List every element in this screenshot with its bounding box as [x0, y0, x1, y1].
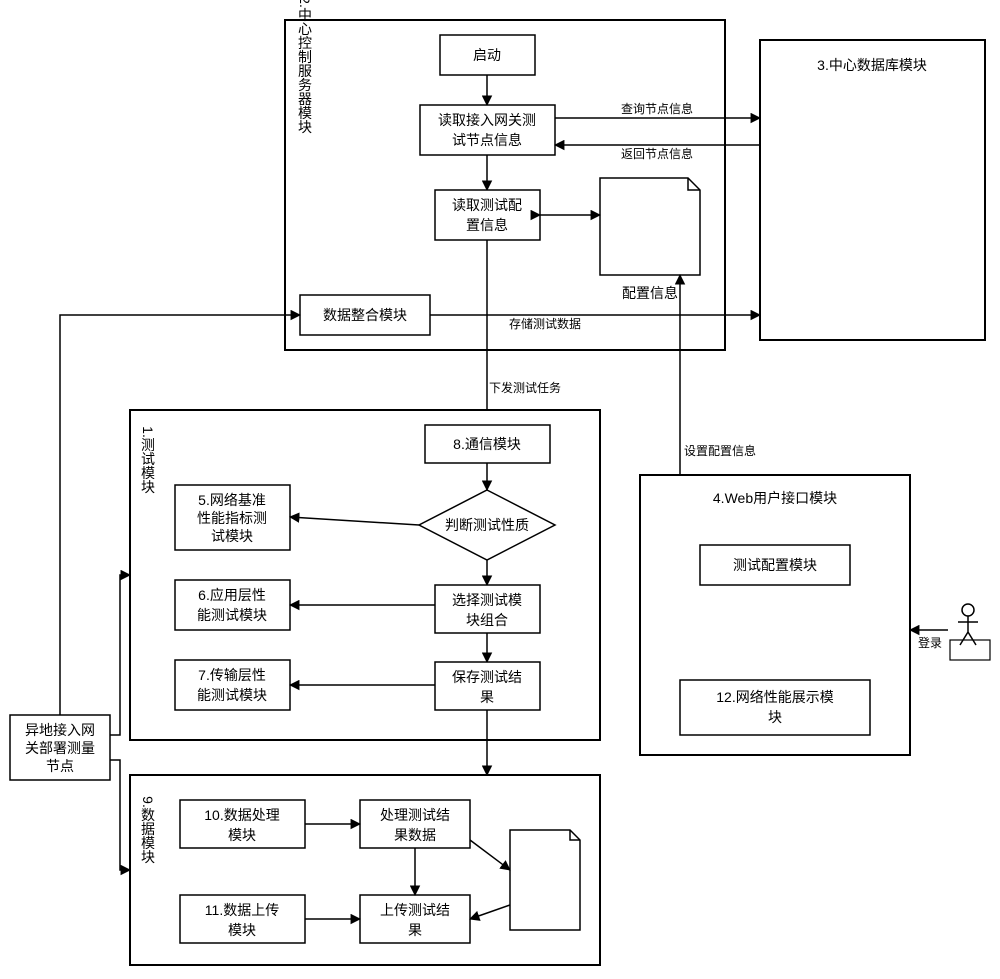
- label-data-upload-2: 模块: [228, 922, 256, 938]
- edge-store-data: 存储测试数据: [509, 316, 581, 331]
- label-remote-2: 关部署测量: [25, 740, 95, 756]
- user-icon: [950, 604, 990, 660]
- arrow-remote-to-test: [110, 575, 130, 735]
- label-read-gateway-1: 读取接入网关测: [438, 112, 536, 128]
- label-perf-display-2: 块: [768, 709, 782, 725]
- label-config-info: 配置信息: [622, 285, 678, 301]
- label-integrate: 数据整合模块: [323, 307, 407, 323]
- label-test-config: 测试配置模块: [733, 557, 817, 573]
- module-database-label: 3.中心数据库模块: [817, 57, 927, 73]
- label-upload-result-1: 上传测试结: [380, 902, 450, 918]
- label-select-combo-2: 块组合: [466, 612, 508, 628]
- module-web-ui-label: 4.Web用户接口模块: [713, 490, 837, 506]
- arrow-remote-to-data: [110, 760, 130, 870]
- label-read-config-2: 置信息: [466, 217, 508, 233]
- module-test-label: 1.测试模块: [140, 426, 156, 494]
- edge-set-config: 设置配置信息: [684, 443, 756, 458]
- edge-return-node: 返回节点信息: [621, 146, 693, 161]
- edge-query-node: 查询节点信息: [621, 101, 693, 116]
- label-perf-display-1: 12.网络性能展示模: [716, 689, 833, 705]
- doc-upload: [510, 830, 580, 930]
- label-applayer-1: 6.应用层性: [198, 587, 266, 603]
- label-read-config-1: 读取测试配: [452, 197, 522, 213]
- module-data-label: 9.数据模块: [140, 796, 156, 864]
- label-comm: 8.通信模块: [453, 436, 521, 452]
- label-applayer-2: 能测试模块: [197, 607, 267, 623]
- label-judge: 判断测试性质: [445, 517, 529, 533]
- edge-issue-task: 下发测试任务: [489, 380, 561, 395]
- label-remote-3: 节点: [46, 758, 74, 774]
- edge-login: 登录: [918, 635, 942, 650]
- label-select-combo-1: 选择测试模: [452, 592, 522, 608]
- label-proc-result-1: 处理测试结: [380, 807, 450, 823]
- label-translayer-2: 能测试模块: [197, 687, 267, 703]
- label-data-proc-2: 模块: [228, 827, 256, 843]
- label-remote-1: 异地接入网: [25, 722, 95, 738]
- doc-config-info: [600, 178, 700, 275]
- label-save-result-1: 保存测试结: [452, 669, 522, 685]
- label-data-proc-1: 10.数据处理: [204, 807, 279, 823]
- module-control-server-label: 2.中心控制服务器模块: [297, 0, 313, 134]
- label-read-gateway-2: 试节点信息: [452, 132, 522, 148]
- label-baseline-1: 5.网络基准: [198, 492, 266, 508]
- label-start: 启动: [473, 47, 501, 63]
- label-baseline-3: 试模块: [211, 528, 253, 544]
- label-translayer-1: 7.传输层性: [198, 667, 266, 683]
- module-database: [760, 40, 985, 340]
- label-data-upload-1: 11.数据上传: [205, 902, 279, 918]
- label-baseline-2: 性能指标测: [197, 510, 267, 526]
- label-upload-result-2: 果: [408, 922, 422, 938]
- label-proc-result-2: 果数据: [394, 827, 436, 843]
- label-save-result-2: 果: [480, 689, 494, 705]
